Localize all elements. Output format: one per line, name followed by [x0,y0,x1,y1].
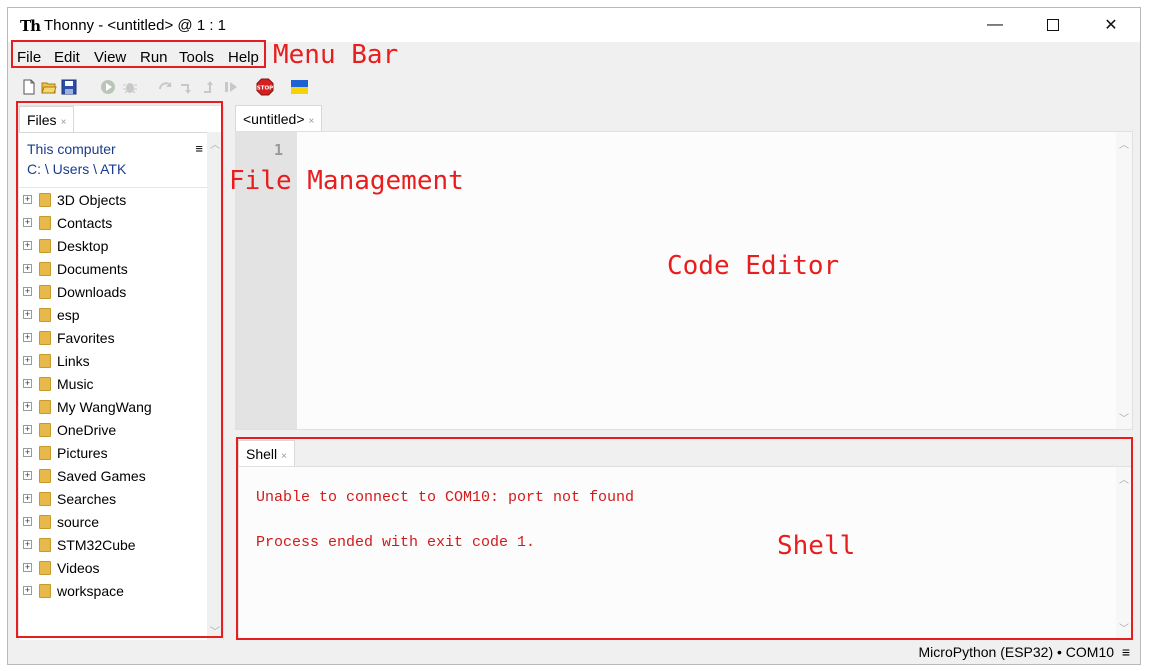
step-over-icon[interactable] [158,79,174,95]
svg-text:STOP: STOP [257,86,273,92]
close-icon: ✕ [1104,17,1118,34]
save-icon[interactable] [61,79,77,95]
title-bar: Th Thonny - <untitled> @ 1 : 1 — ✕ [8,8,1140,42]
annotation-shell: Shell [777,531,856,561]
resume-icon[interactable] [223,79,239,95]
tab-untitled-label: <untitled> [243,111,305,127]
step-out-icon[interactable] [201,79,217,95]
window-title: Thonny - <untitled> @ 1 : 1 [44,17,226,34]
annotation-code-editor: Code Editor [667,251,840,281]
minimize-button[interactable]: — [966,8,1024,42]
editor-scrollbar[interactable]: ︿ ﹀ [1116,132,1132,429]
tab-untitled[interactable]: <untitled> × [235,105,323,131]
shell-highlight [236,437,1133,640]
ukraine-flag-icon[interactable] [291,80,308,94]
menu-bar-highlight [11,40,266,68]
status-menu-icon[interactable]: ≡ [1122,644,1130,660]
step-into-icon[interactable] [179,79,195,95]
run-icon[interactable] [100,79,116,95]
annotation-menu-bar: Menu Bar [273,40,399,70]
scroll-down-icon[interactable]: ﹀ [1116,410,1132,425]
toolbar: STOP [8,70,1140,104]
close-button[interactable]: ✕ [1082,8,1140,42]
new-file-icon[interactable] [21,79,37,95]
interpreter-status[interactable]: MicroPython (ESP32) • COM10 ≡ [919,644,1130,660]
maximize-button[interactable] [1024,8,1082,42]
line-number: 1 [273,141,283,159]
interpreter-label: MicroPython (ESP32) • COM10 [918,644,1115,660]
debug-icon[interactable] [122,79,138,95]
minimize-icon: — [987,16,1003,33]
tab-close-icon[interactable]: × [309,116,315,127]
maximize-icon [1047,19,1059,31]
thonny-logo-icon: Th [20,17,41,35]
open-file-icon[interactable] [41,79,57,95]
files-panel-highlight [16,101,223,638]
status-bar: MicroPython (ESP32) • COM10 ≡ [8,640,1140,664]
scroll-up-icon[interactable]: ︿ [1116,136,1132,151]
annotation-file-management: File Management [229,166,464,196]
stop-icon[interactable]: STOP [256,78,274,96]
